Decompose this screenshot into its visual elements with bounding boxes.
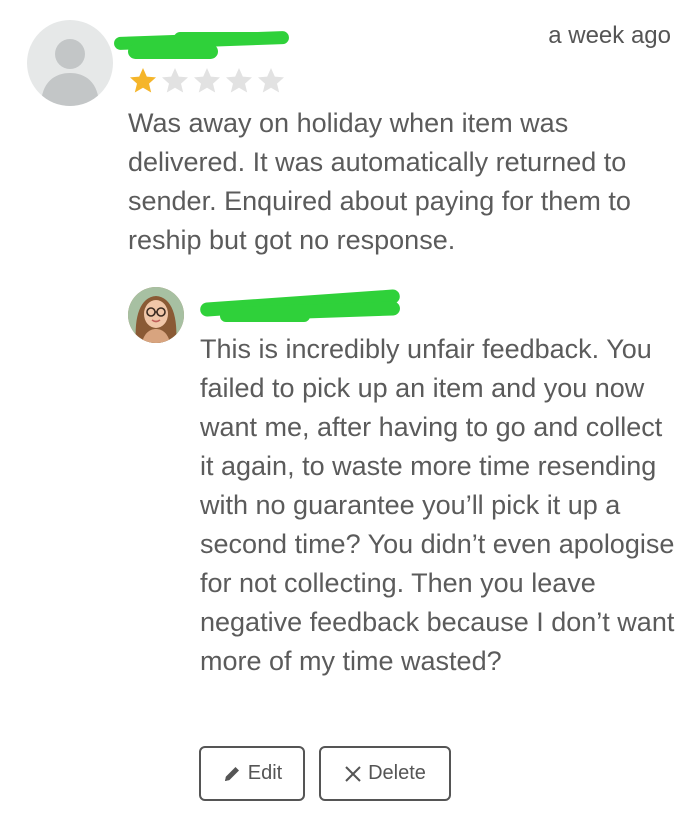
reviewer-avatar <box>27 20 113 106</box>
seller-photo <box>128 287 184 343</box>
reviewer-name: Io <box>113 26 290 70</box>
star-empty-icon <box>162 68 188 93</box>
edit-button[interactable]: Edit <box>199 746 305 801</box>
redaction-mark <box>128 44 218 59</box>
seller-avatar <box>128 287 184 343</box>
x-icon <box>345 765 361 782</box>
delete-button[interactable]: Delete <box>319 746 451 801</box>
delete-button-label: Delete <box>368 762 426 784</box>
star-empty-icon <box>258 68 284 93</box>
review-timestamp: a week ago <box>548 22 671 49</box>
star-empty-icon <box>194 68 220 93</box>
redaction-mark <box>174 32 284 44</box>
pencil-icon <box>224 766 239 781</box>
seller-name <box>199 289 410 330</box>
star-empty-icon <box>226 68 252 93</box>
edit-button-label: Edit <box>247 762 283 784</box>
review-text: Was away on holiday when item was delive… <box>128 108 631 255</box>
star-filled-icon <box>130 68 156 93</box>
reply-text: This is incredibly unfair feedback. You … <box>200 334 675 676</box>
star-rating <box>128 66 286 94</box>
redaction-mark <box>220 310 310 322</box>
default-user-avatar-icon <box>41 39 99 106</box>
